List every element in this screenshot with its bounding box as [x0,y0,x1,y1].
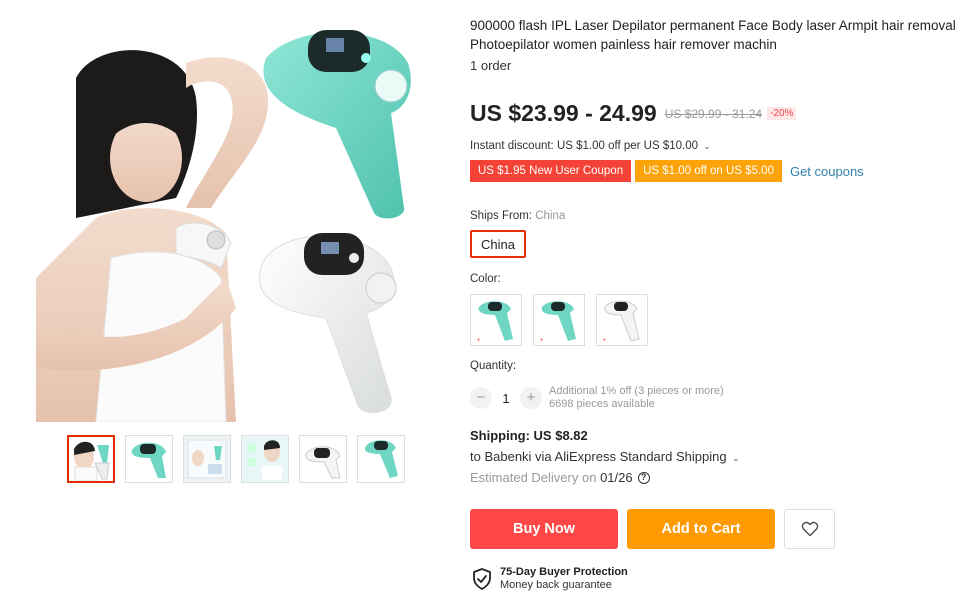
instant-discount[interactable]: Instant discount: US $1.00 off per US $1… [470,140,711,152]
svg-text:●: ● [540,337,543,343]
delivery-label: Estimated Delivery on [470,470,601,485]
shipping-cost: Shipping: US $8.82 [470,428,588,443]
main-product-image [36,18,420,422]
bulk-discount-text: Additional 1% off (3 pieces or more) [549,385,724,397]
ships-from-value: China [535,210,566,222]
thumbnail-5[interactable] [299,435,347,483]
thumbnail-1[interactable] [67,435,115,483]
delivery-date: 01/26 [600,470,633,485]
ships-from-text: Ships From: [470,210,532,222]
color-option-green-1[interactable]: ● [470,294,522,346]
quantity-info: Additional 1% off (3 pieces or more) 669… [549,385,724,411]
help-icon[interactable]: ? [637,471,650,484]
quantity-decrease-button[interactable]: − [470,387,492,409]
buy-now-button[interactable]: Buy Now [470,509,618,549]
original-price: US $29.99 - 31.24 [664,106,763,121]
quantity-stepper: − 1 + Additional 1% off (3 pieces or mor… [470,385,724,411]
new-user-coupon[interactable]: US $1.95 New User Coupon [470,157,632,185]
discount-badge: -20% [767,107,797,120]
protection-title: 75-Day Buyer Protection [500,566,628,578]
thumbnail-strip [67,435,405,483]
product-title: 900000 flash IPL Laser Depilator permane… [470,18,956,52]
order-count: 1 order [470,58,512,73]
chevron-down-icon: ⌄ [703,141,711,151]
thumbnail-4[interactable] [241,435,289,483]
model-figure [36,50,269,422]
current-price: US $23.99 - 24.99 [470,100,657,126]
price-row: US $23.99 - 24.99 US $29.99 - 31.24 -20% [470,100,797,127]
color-option-white[interactable]: ● [596,294,648,346]
svg-text:●: ● [477,337,480,343]
thumbnail-3[interactable] [183,435,231,483]
color-option-green-2[interactable]: ● [533,294,585,346]
shield-check-icon [473,568,491,590]
chevron-down-icon: ⌄ [732,453,740,463]
protection-subtitle: Money back guarantee [500,579,612,591]
buyer-protection: 75-Day Buyer Protection Money back guara… [472,566,628,592]
shipping-method-text: to Babenki via AliExpress Standard Shipp… [470,449,727,464]
store-coupon[interactable]: US $1.00 off on US $5.00 [635,157,782,185]
thumbnail-6[interactable] [357,435,405,483]
quantity-label: Quantity: [470,360,517,372]
stock-available-text: 6698 pieces available [549,398,655,410]
color-options: ● ● ● [470,294,648,346]
thumbnail-2[interactable] [125,435,173,483]
ships-from-label: Ships From: China [470,210,565,222]
svg-text:●: ● [603,337,606,343]
shipping-method[interactable]: to Babenki via AliExpress Standard Shipp… [470,449,740,464]
get-coupons-link[interactable]: Get coupons [790,164,864,179]
wishlist-button[interactable] [784,509,835,549]
ships-from-option-china[interactable]: China [470,230,526,258]
coupon-row: US $1.95 New User Coupon US $1.00 off on… [470,157,864,185]
white-device [258,233,397,414]
protection-text: 75-Day Buyer Protection Money back guara… [500,566,628,592]
color-label: Color: [470,273,501,285]
quantity-value[interactable]: 1 [492,391,520,406]
add-to-cart-button[interactable]: Add to Cart [627,509,775,549]
estimated-delivery: Estimated Delivery on 01/26 ? [470,470,650,485]
heart-icon [801,521,818,537]
green-device [263,30,411,219]
quantity-increase-button[interactable]: + [520,387,542,409]
instant-discount-text: Instant discount: US $1.00 off per US $1… [470,140,699,152]
